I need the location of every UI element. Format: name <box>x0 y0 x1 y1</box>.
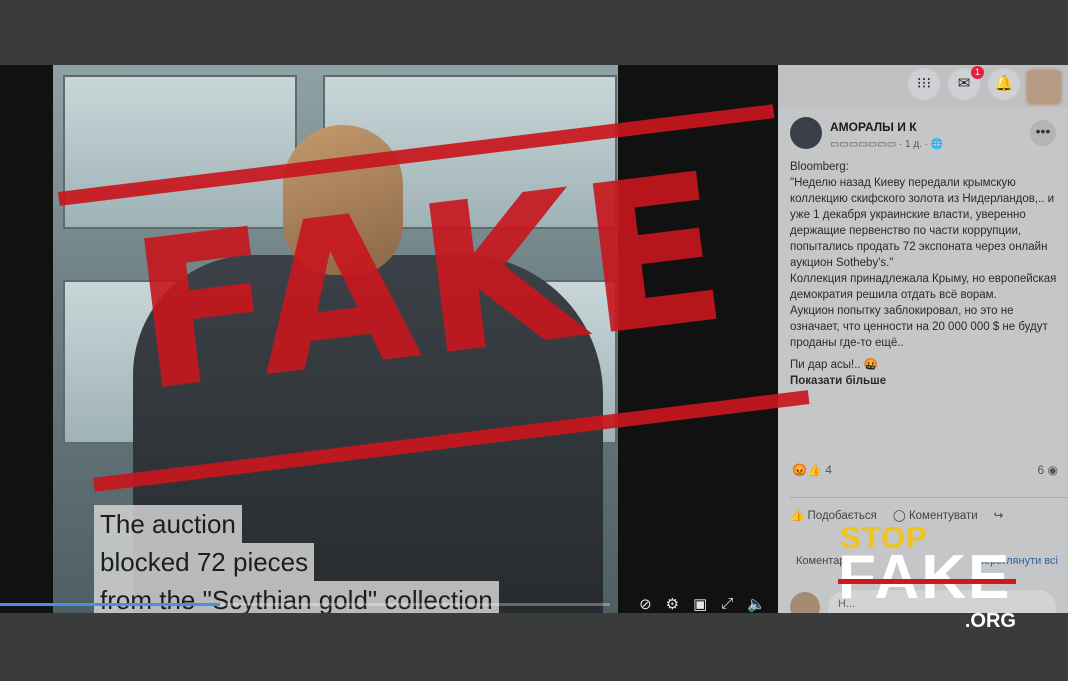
profile-avatar[interactable] <box>1026 69 1062 105</box>
post-meta: ▭▭▭▭▭▭▭ · 1 д. · 🌐 <box>830 139 944 150</box>
video-controls: ⊘ ⚙ ▣ ⤢ 🔈 <box>639 595 766 613</box>
caption-line: from the "Scythian gold" collection <box>94 581 499 613</box>
post-paragraph: "Неделю назад Киеву передали крымскую ко… <box>790 177 1055 269</box>
facebook-topbar: ⁝⁝⁝ ✉ 1 🔔 <box>778 65 1068 105</box>
page-name[interactable]: АМОРАЛЫ И К <box>830 120 917 134</box>
commenter-avatar <box>790 592 820 613</box>
video-progress-bar[interactable] <box>0 603 610 606</box>
subtitles-icon[interactable]: ⊘ <box>639 595 652 613</box>
share-icon: ◉ <box>1047 463 1058 477</box>
show-more-link[interactable]: Показати більше <box>790 373 1060 389</box>
mute-icon[interactable]: 🔈 <box>747 595 766 613</box>
post-paragraph: Bloomberg: <box>790 161 849 173</box>
more-options-icon[interactable]: ••• <box>1030 120 1056 146</box>
caption-line: blocked 72 pieces <box>94 543 315 581</box>
thumbs-up-icon: 👍 <box>790 510 805 522</box>
reactions-row: 😡👍 4 6 ◉ <box>792 463 1058 477</box>
fake-stamp-text: FAKE <box>120 128 744 438</box>
shares-area[interactable]: 6 ◉ <box>1037 463 1058 477</box>
logo-org: .ORG <box>964 610 1016 632</box>
logo-strike <box>838 579 1016 584</box>
pip-icon[interactable]: ▣ <box>693 595 707 613</box>
menu-grid-icon[interactable]: ⁝⁝⁝ <box>908 68 940 100</box>
shares-count: 6 <box>1037 463 1045 477</box>
post-time[interactable]: 1 д. <box>905 139 922 150</box>
messenger-icon[interactable]: ✉ 1 <box>948 66 984 100</box>
stopfake-logo: STOP FAKE .ORG <box>838 520 1018 635</box>
video-progress-fill <box>0 603 220 606</box>
caption-line: The auction <box>94 505 242 543</box>
globe-icon: 🌐 <box>930 139 944 150</box>
post-paragraph: Аукцион попытку заблокировал, но это не … <box>790 305 1048 349</box>
page-avatar[interactable] <box>790 117 822 149</box>
video-captions: The auction blocked 72 pieces from the "… <box>94 505 499 613</box>
fullscreen-icon[interactable]: ⤢ <box>721 595 733 613</box>
messenger-badge: 1 <box>970 66 984 79</box>
settings-icon[interactable]: ⚙ <box>666 595 679 613</box>
post-paragraph: Коллекция принадлежала Крыму, но европей… <box>790 273 1057 301</box>
post-paragraph: Пи дар асы!.. 🤬 <box>790 359 879 371</box>
post-body: Bloomberg: "Неделю назад Киеву передали … <box>790 159 1060 389</box>
notifications-icon[interactable]: 🔔 <box>988 68 1020 100</box>
post-actions: 👍 Подобається ◯ Коментувати ↪ <box>790 497 1068 522</box>
logo-fake: FAKE <box>838 543 1012 612</box>
reactions-count[interactable]: 4 <box>825 463 832 477</box>
reaction-icons[interactable]: 😡👍 <box>792 463 822 477</box>
